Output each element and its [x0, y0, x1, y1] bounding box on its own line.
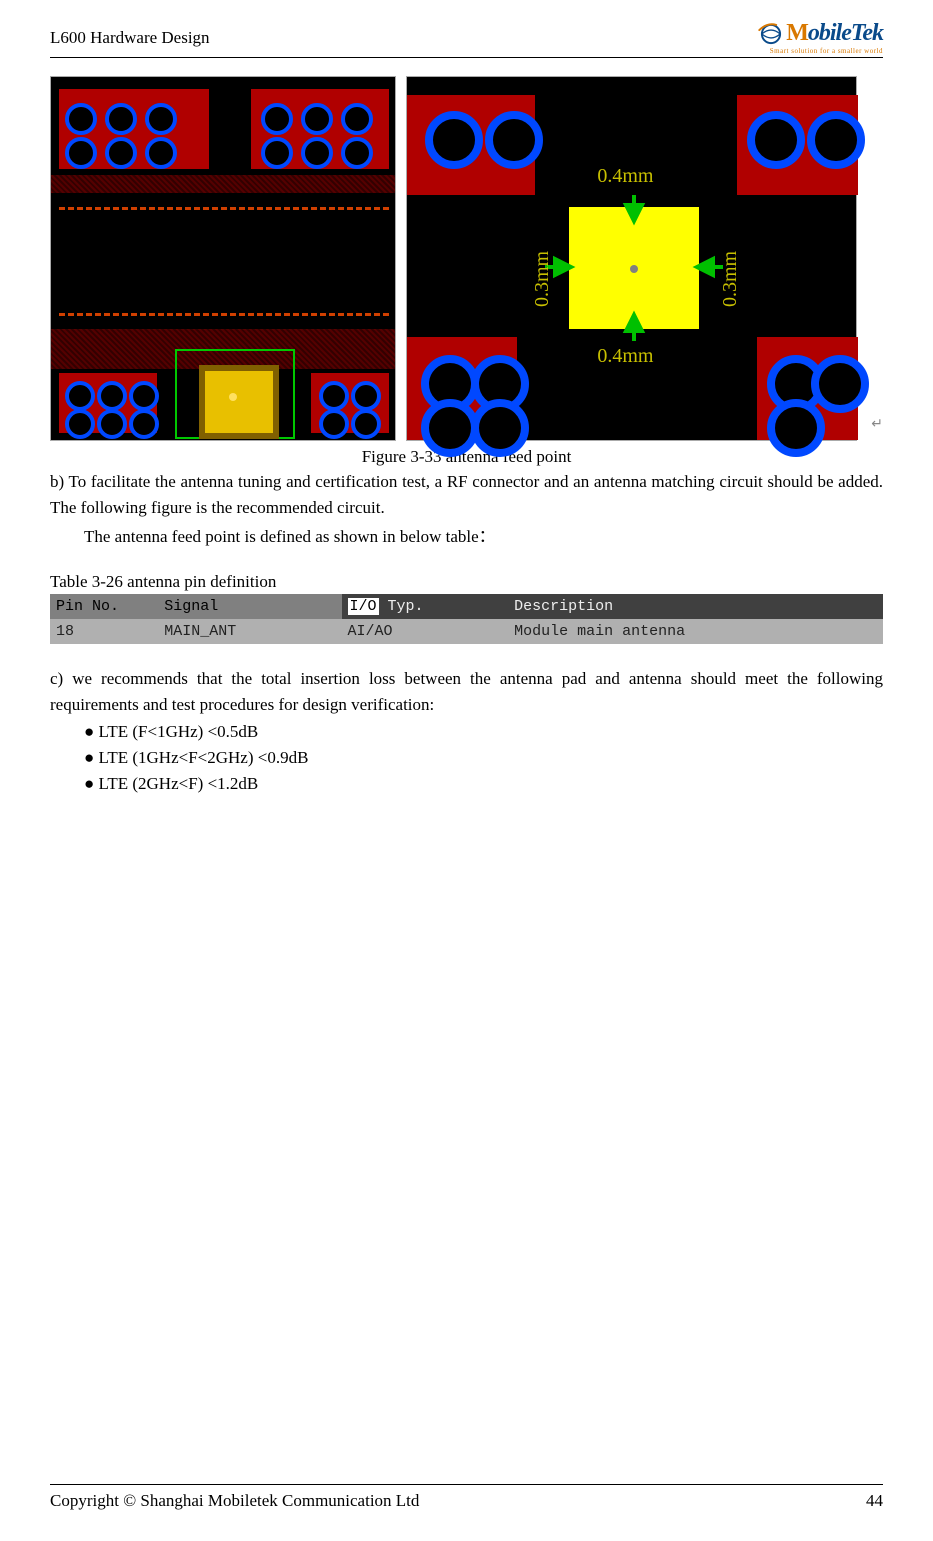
bullet-item: ● LTE (F<1GHz) <0.5dB [50, 719, 883, 745]
para-b2: The antenna feed point is defined as sho… [50, 524, 883, 550]
page-footer: Copyright © Shanghai Mobiletek Communica… [50, 1484, 883, 1511]
line-break-mark: ↵ [871, 416, 883, 433]
page-number: 44 [866, 1491, 883, 1511]
dim-top: 0.4mm [597, 165, 653, 188]
globe-icon [758, 21, 784, 47]
page-header: L600 Hardware Design MobileTek Smart sol… [50, 20, 883, 58]
cell-io: AI/AO [342, 619, 509, 644]
cell-pin: 18 [50, 619, 158, 644]
figure-left-pcb [50, 76, 396, 441]
bullet-item: ● LTE (1GHz<F<2GHz) <0.9dB [50, 745, 883, 771]
pin-definition-table: Pin No. Signal I/O Typ. Description 18 M… [50, 594, 883, 644]
para-c: c) we recommends that the total insertio… [50, 666, 883, 719]
dim-bottom: 0.4mm [597, 345, 653, 368]
logo-name-rest: obileTek [808, 20, 883, 46]
th-signal: Signal [158, 594, 341, 619]
table-row: 18 MAIN_ANT AI/AO Module main antenna [50, 619, 883, 644]
figure-right-pcb: 0.4mm 0.3mm 0.3mm 0.4mm [406, 76, 857, 441]
logo-letter-m: M [786, 20, 808, 46]
dim-right: 0.3mm [719, 251, 742, 307]
logo: MobileTek Smart solution for a smaller w… [758, 20, 883, 55]
dimension-arrows [407, 77, 856, 440]
figure-row: 0.4mm 0.3mm 0.3mm 0.4mm ↵ [50, 76, 883, 441]
copyright-text: Copyright © Shanghai Mobiletek Communica… [50, 1491, 419, 1511]
th-desc: Description [508, 594, 883, 619]
dim-left: 0.3mm [531, 251, 554, 307]
th-io: I/O Typ. [342, 594, 509, 619]
bullet-list: ● LTE (F<1GHz) <0.5dB ● LTE (1GHz<F<2GHz… [50, 719, 883, 798]
para-b: b) To facilitate the antenna tuning and … [50, 469, 883, 522]
th-pin: Pin No. [50, 594, 158, 619]
cell-signal: MAIN_ANT [158, 619, 341, 644]
bullet-item: ● LTE (2GHz<F) <1.2dB [50, 771, 883, 797]
cell-desc: Module main antenna [508, 619, 883, 644]
logo-tagline: Smart solution for a smaller world [770, 47, 883, 55]
doc-title: L600 Hardware Design [50, 28, 210, 48]
table-caption: Table 3-26 antenna pin definition [50, 572, 883, 592]
